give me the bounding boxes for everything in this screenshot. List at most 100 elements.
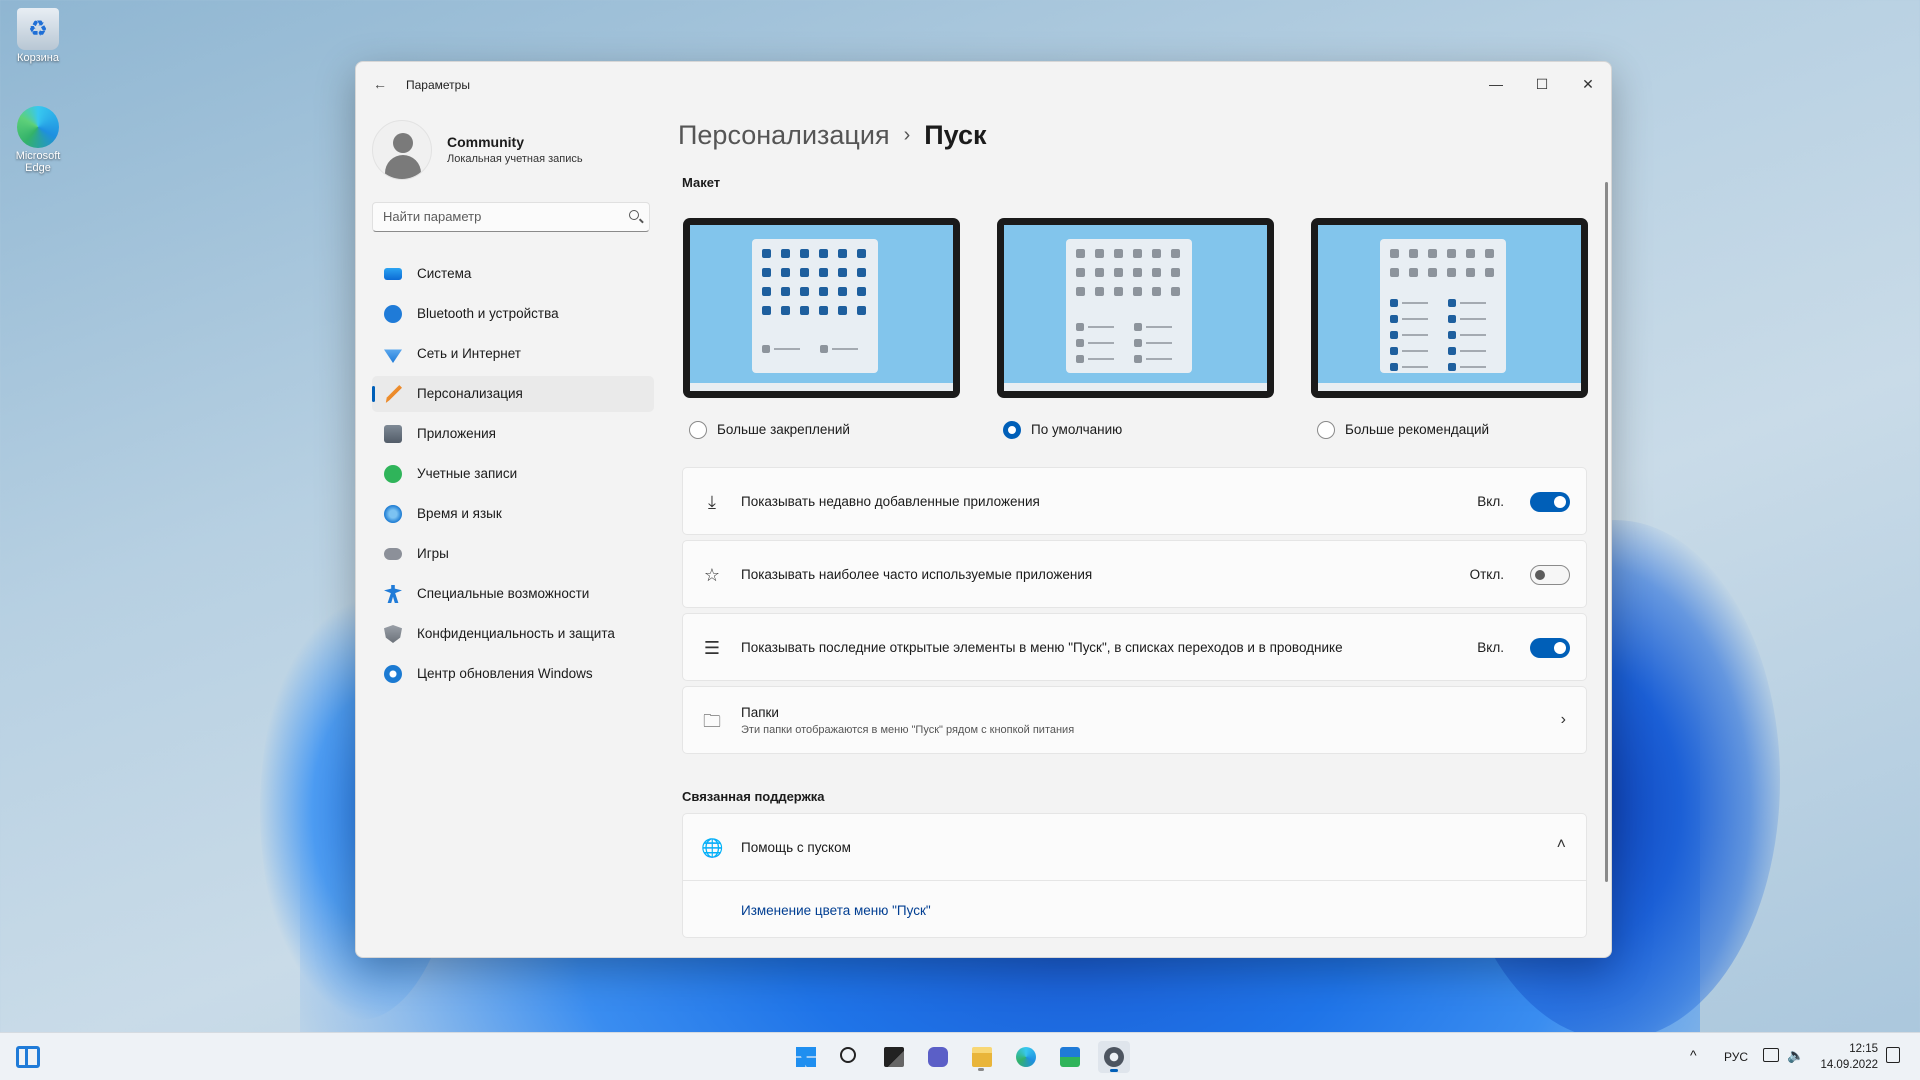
avatar	[372, 120, 432, 180]
network-icon	[384, 349, 402, 363]
sidebar-item-gaming[interactable]: Игры	[372, 536, 654, 572]
search-input[interactable]	[383, 209, 613, 224]
toggle-state-text: Откл.	[1469, 567, 1504, 582]
store-icon	[1060, 1047, 1080, 1067]
settings-icon	[1104, 1047, 1124, 1067]
accessibility-icon	[384, 585, 402, 603]
breadcrumb: Персонализация › Пуск	[678, 120, 987, 151]
notification-icon[interactable]	[1886, 1047, 1900, 1063]
radio-label: Больше закреплений	[717, 422, 850, 437]
toggle-state-text: Вкл.	[1477, 640, 1504, 655]
edge-icon	[17, 106, 59, 148]
help-link-panel: Изменение цвета меню "Пуск"	[682, 880, 1587, 938]
close-button[interactable]: ✕	[1565, 70, 1611, 98]
sidebar-item-accessibility[interactable]: Специальные возможности	[372, 576, 654, 612]
search-icon[interactable]	[629, 210, 639, 220]
widgets-icon[interactable]	[16, 1046, 40, 1068]
sidebar-item-accounts[interactable]: Учетные записи	[372, 456, 654, 492]
desktop-icon-edge[interactable]: Microsoft Edge	[6, 106, 70, 174]
language-indicator[interactable]: РУС	[1724, 1050, 1748, 1080]
brush-icon	[385, 385, 402, 403]
download-icon: ⤓	[708, 492, 716, 512]
sidebar-item-label: Специальные возможности	[417, 586, 590, 601]
layout-preview	[997, 218, 1274, 398]
sidebar-item-label: Конфиденциальность и защита	[417, 626, 615, 641]
accounts-icon	[384, 465, 402, 483]
volume-icon[interactable]: 🔈	[1787, 1047, 1804, 1080]
minimize-button[interactable]: —	[1473, 70, 1519, 98]
setting-recent-items[interactable]: ☰ Показывать последние открытые элементы…	[682, 613, 1587, 681]
setting-recent-apps[interactable]: ⤓ Показывать недавно добавленные приложе…	[682, 467, 1587, 535]
taskbar-search-button[interactable]	[834, 1041, 866, 1073]
scrollbar[interactable]	[1605, 182, 1608, 882]
setting-label: Папки	[741, 705, 779, 720]
file-explorer-icon	[972, 1047, 992, 1067]
desktop-icon-recycle-bin[interactable]: Корзина	[6, 8, 70, 64]
update-icon	[384, 665, 402, 683]
layout-preview	[683, 218, 960, 398]
chevron-up-icon[interactable]: ˄	[1557, 836, 1566, 854]
system-icon	[384, 268, 402, 280]
section-title-related-support: Связанная поддержка	[682, 789, 825, 804]
sidebar-item-label: Центр обновления Windows	[417, 666, 593, 681]
title-bar[interactable]: ← Параметры — ☐ ✕	[356, 62, 1611, 106]
maximize-button[interactable]: ☐	[1519, 70, 1565, 98]
sidebar-item-personalization[interactable]: Персонализация	[372, 376, 654, 412]
recycle-bin-icon	[17, 8, 59, 50]
network-icon[interactable]	[1763, 1048, 1779, 1062]
help-with-start-expander[interactable]: 🌐 Помощь с пуском ˄	[682, 813, 1587, 881]
radio-button[interactable]	[1317, 421, 1335, 439]
sidebar-item-label: Игры	[417, 546, 449, 561]
sidebar-item-apps[interactable]: Приложения	[372, 416, 654, 452]
list-icon: ☰	[703, 638, 721, 658]
sidebar-item-label: Персонализация	[417, 386, 523, 401]
task-view-button[interactable]	[878, 1041, 910, 1073]
change-start-color-link[interactable]: Изменение цвета меню "Пуск"	[741, 903, 931, 918]
radio-button-selected[interactable]	[1003, 421, 1021, 439]
gamepad-icon	[384, 548, 402, 560]
radio-label: Больше рекомендаций	[1345, 422, 1490, 437]
toggle-recent-items[interactable]	[1530, 638, 1570, 658]
setting-label: Показывать наиболее часто используемые п…	[741, 567, 1093, 582]
chevron-right-icon: ›	[903, 124, 911, 146]
edge-button[interactable]	[1010, 1041, 1042, 1073]
settings-taskbar-button[interactable]	[1098, 1041, 1130, 1073]
sidebar-item-label: Приложения	[417, 426, 496, 441]
star-icon: ☆	[703, 565, 721, 585]
sidebar-item-bluetooth[interactable]: Bluetooth и устройства	[372, 296, 654, 332]
sidebar-item-label: Bluetooth и устройства	[417, 306, 559, 321]
file-explorer-button[interactable]	[966, 1041, 998, 1073]
sidebar-item-label: Учетные записи	[417, 466, 518, 481]
chat-button[interactable]	[922, 1041, 954, 1073]
store-button[interactable]	[1054, 1041, 1086, 1073]
setting-description: Эти папки отображаются в меню "Пуск" ряд…	[741, 724, 1075, 736]
sidebar-item-time-language[interactable]: Время и язык	[372, 496, 654, 532]
clock-time: 12:15	[1849, 1043, 1878, 1055]
folder-icon: 🗀	[703, 711, 721, 731]
toggle-most-used-apps[interactable]	[1530, 565, 1570, 585]
start-button[interactable]	[790, 1041, 822, 1073]
desktop-icon-label: Корзина	[17, 52, 59, 64]
layout-options: Больше закреплений По умолчанию Больше р…	[683, 218, 1593, 439]
setting-label: Показывать недавно добавленные приложени…	[741, 494, 1040, 509]
start-icon	[796, 1047, 816, 1067]
setting-most-used-apps[interactable]: ☆ Показывать наиболее часто используемые…	[682, 540, 1587, 608]
search-box[interactable]	[372, 202, 650, 232]
sidebar-item-system[interactable]: Система	[372, 256, 654, 292]
back-button[interactable]: ←	[370, 74, 390, 94]
sidebar-item-privacy[interactable]: Конфиденциальность и защита	[372, 616, 654, 652]
time-language-icon	[384, 505, 402, 523]
setting-label: Показывать последние открытые элементы в…	[741, 640, 1343, 655]
sidebar-item-windows-update[interactable]: Центр обновления Windows	[372, 656, 654, 692]
user-profile[interactable]: Community Локальная учетная запись	[372, 120, 652, 184]
show-hidden-icons-button[interactable]: ^	[1690, 1047, 1697, 1080]
setting-folders[interactable]: 🗀 Папки Эти папки отображаются в меню "П…	[682, 686, 1587, 754]
radio-button[interactable]	[689, 421, 707, 439]
toggle-recent-apps[interactable]	[1530, 492, 1570, 512]
clock[interactable]: 12:15 14.09.2022	[1820, 1041, 1878, 1080]
search-icon	[840, 1047, 856, 1063]
sidebar-item-network[interactable]: Сеть и Интернет	[372, 336, 654, 372]
breadcrumb-parent[interactable]: Персонализация	[678, 120, 890, 150]
edge-icon	[1016, 1047, 1036, 1067]
sidebar-item-label: Система	[417, 266, 472, 281]
